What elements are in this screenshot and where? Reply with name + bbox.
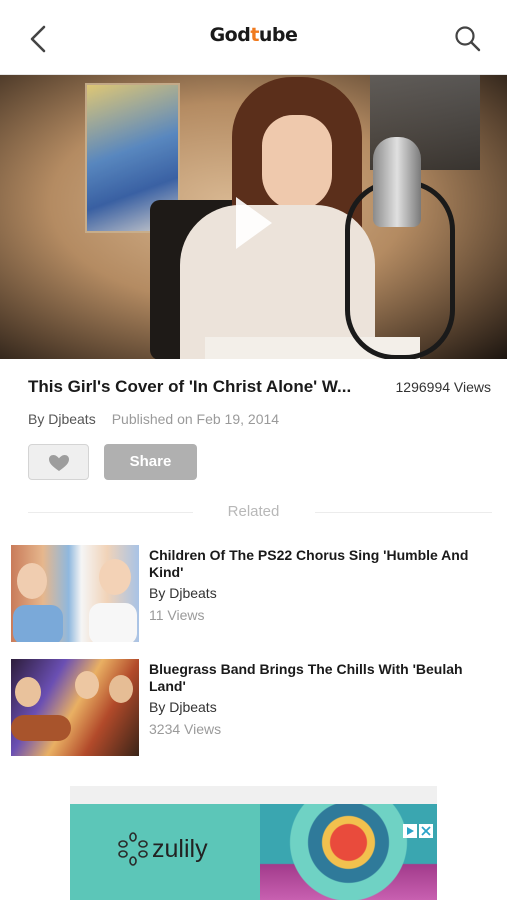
thumbnail-face — [75, 671, 99, 699]
video-frame-microphone — [373, 137, 421, 227]
video-author[interactable]: By Djbeats — [28, 411, 96, 427]
related-video-views: 11 Views — [149, 607, 205, 623]
related-video-title[interactable]: Children Of The PS22 Chorus Sing 'Humble… — [149, 547, 494, 581]
related-video-title[interactable]: Bluegrass Band Brings The Chills With 'B… — [149, 661, 494, 695]
thumbnail-guitar — [11, 715, 71, 741]
close-icon[interactable] — [419, 824, 433, 838]
heart-icon — [49, 455, 69, 471]
related-video-author: By Djbeats — [149, 585, 217, 601]
ad-banner[interactable]: zulily — [70, 786, 437, 900]
video-title: This Girl's Cover of 'In Christ Alone' W… — [28, 377, 352, 396]
related-video-item[interactable]: Bluegrass Band Brings The Chills With 'B… — [11, 659, 496, 757]
related-video-thumbnail[interactable] — [11, 659, 139, 756]
related-video-item[interactable]: Children Of The PS22 Chorus Sing 'Humble… — [11, 545, 496, 643]
video-meta: By Djbeats Published on Feb 19, 2014 — [28, 411, 279, 427]
adchoices-icon[interactable] — [403, 824, 417, 838]
ad-creative[interactable]: zulily — [70, 804, 437, 900]
logo-suffix: ube — [258, 24, 298, 46]
video-view-count: 1296994 Views — [395, 379, 491, 395]
related-video-author: By Djbeats — [149, 699, 217, 715]
related-video-thumbnail[interactable] — [11, 545, 139, 642]
thumbnail-shirt — [89, 603, 137, 642]
related-divider: Related — [0, 502, 507, 522]
video-player[interactable] — [0, 75, 507, 359]
app-logo[interactable]: Godtube — [0, 24, 507, 46]
like-button[interactable] — [28, 444, 89, 480]
related-video-views: 3234 Views — [149, 721, 222, 737]
related-video-text: Children Of The PS22 Chorus Sing 'Humble… — [149, 547, 494, 623]
ad-brand-name: zulily — [152, 835, 208, 863]
video-published-date: Published on Feb 19, 2014 — [111, 411, 280, 427]
thumbnail-shirt — [13, 605, 63, 642]
thumbnail-face — [15, 677, 41, 707]
logo-cross-t: t — [250, 24, 259, 46]
share-button[interactable]: Share — [104, 444, 197, 480]
app-header: Godtube — [0, 0, 507, 75]
zulily-logo-icon — [118, 832, 148, 866]
logo-prefix: God — [209, 24, 251, 46]
thumbnail-face — [109, 675, 133, 703]
ad-pattern-image — [260, 804, 437, 900]
search-icon[interactable] — [453, 24, 483, 54]
related-video-text: Bluegrass Band Brings The Chills With 'B… — [149, 661, 494, 737]
video-frame-singer-face — [262, 115, 332, 210]
thumbnail-face — [17, 563, 47, 599]
play-icon[interactable] — [236, 197, 272, 249]
thumbnail-face — [99, 559, 131, 595]
divider-line-right — [315, 512, 492, 513]
